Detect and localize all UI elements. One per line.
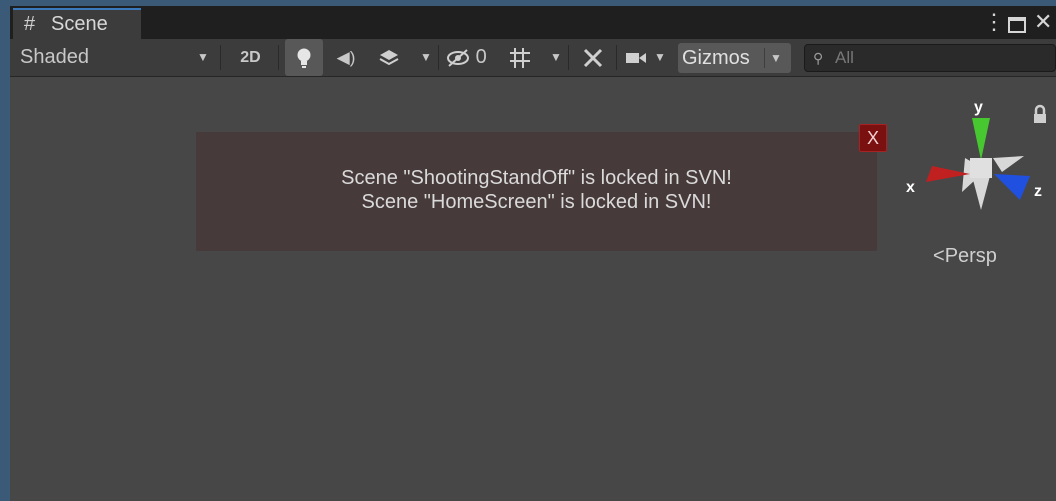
notification-line-2: Scene "HomeScreen" is locked in SVN!: [361, 191, 712, 213]
effects-icon[interactable]: [375, 39, 403, 76]
scene-window: # Scene ⋮ ✕ Shaded ▼ 2D ◀) ▼ 0 ▼ ▼ Gizmo…: [10, 6, 1056, 501]
camera-caret-icon[interactable]: ▼: [654, 39, 666, 76]
search-box[interactable]: ⚲: [804, 44, 1056, 72]
scene-toolbar: Shaded ▼ 2D ◀) ▼ 0 ▼ ▼ Gizmos ▼ ⚲ All: [10, 39, 1056, 77]
search-icon: ⚲: [813, 50, 824, 66]
tools-icon[interactable]: [575, 39, 611, 76]
z-axis-label: z: [1034, 183, 1042, 200]
gizmos-label: Gizmos: [682, 47, 750, 69]
camera-icon[interactable]: [623, 39, 649, 76]
grid-caret-icon[interactable]: ▼: [550, 39, 562, 76]
gizmos-divider: [764, 48, 765, 68]
close-icon[interactable]: ✕: [1034, 10, 1052, 34]
kebab-menu-icon[interactable]: ⋮: [983, 10, 1005, 34]
2d-toggle-button[interactable]: 2D: [228, 39, 273, 76]
audio-icon[interactable]: ◀): [333, 39, 359, 76]
toolbar-divider: [616, 45, 617, 70]
search-input[interactable]: [835, 47, 1045, 69]
draw-mode-dropdown[interactable]: Shaded: [20, 39, 89, 76]
tab-scene-label: Scene: [51, 13, 108, 35]
visibility-icon: [446, 46, 476, 68]
z-axis-cone[interactable]: [994, 174, 1030, 200]
hash-icon: #: [24, 13, 36, 35]
projection-label: Persp: [944, 245, 997, 267]
gizmos-dropdown[interactable]: Gizmos ▼: [678, 43, 791, 73]
draw-mode-caret-icon[interactable]: ▼: [197, 39, 209, 76]
notification-close-button[interactable]: X: [859, 124, 887, 152]
hidden-count: 0: [475, 46, 487, 68]
projection-toggle[interactable]: <Persp: [933, 245, 997, 268]
x-axis-label: x: [906, 179, 915, 196]
tab-scene[interactable]: # Scene: [13, 8, 141, 39]
svn-lock-notification: Scene "ShootingStandOff" is locked in SV…: [196, 132, 877, 251]
y-axis-cone[interactable]: [972, 118, 990, 160]
visibility-button[interactable]: 0: [446, 39, 504, 76]
maximize-icon[interactable]: [1008, 14, 1026, 38]
grid-icon[interactable]: [505, 39, 535, 76]
effects-caret-icon[interactable]: ▼: [420, 39, 432, 76]
toolbar-divider: [438, 45, 439, 70]
toolbar-divider: [278, 45, 279, 70]
toolbar-divider: [568, 45, 569, 70]
lightbulb-icon[interactable]: [285, 39, 323, 76]
toolbar-divider: [220, 45, 221, 70]
notification-line-1: Scene "ShootingStandOff" is locked in SV…: [341, 167, 732, 189]
tab-bar: # Scene ⋮ ✕: [10, 6, 1056, 39]
projection-arrow-icon: <: [933, 245, 945, 267]
center-cube[interactable]: [970, 158, 992, 178]
gizmos-caret-icon[interactable]: ▼: [770, 43, 782, 73]
y-axis-label: y: [974, 99, 983, 116]
